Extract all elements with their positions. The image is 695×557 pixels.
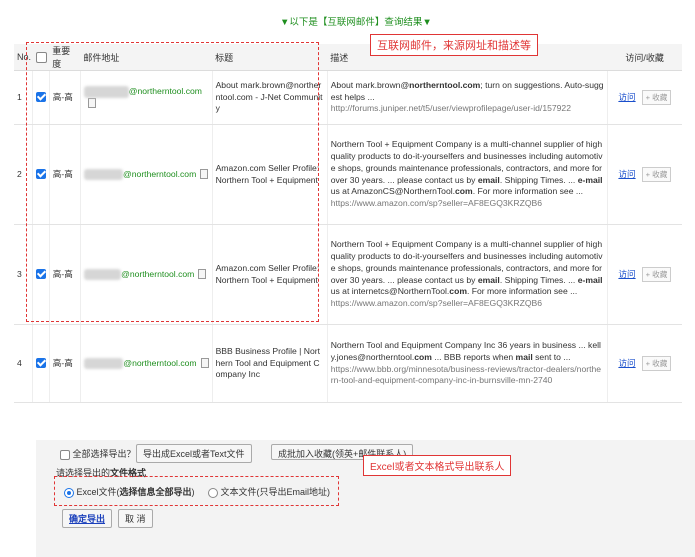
desc-url: https://www.amazon.com/sp?seller=AF8EGQ3…: [330, 298, 543, 309]
row-checkbox-cell[interactable]: [32, 324, 50, 403]
option-excel[interactable]: Excel文件(选择信息全部导出): [64, 485, 195, 498]
row-title: BBB Business Profile | Northern Tool and…: [212, 324, 328, 403]
desc-text: About mark.brown@northerntool.com; turn …: [330, 79, 604, 102]
results-banner: ▼以下是【互联网邮件】查询结果▼: [280, 17, 432, 28]
row-importance: 高-高: [49, 324, 81, 403]
export-file-button[interactable]: 导出成Excel或者Text文件: [136, 444, 252, 463]
table-row: 4 高-高 kelly.jones@northerntool.com BBB B…: [14, 324, 682, 403]
desc-url: http://forums.juniper.net/t5/user/viewpr…: [330, 103, 571, 114]
visit-link[interactable]: 访问: [618, 92, 635, 102]
desc-text: Northern Tool + Equipment Company is a m…: [330, 139, 603, 197]
favorite-button[interactable]: + 收藏: [641, 355, 672, 372]
select-all-export[interactable]: 全部选择导出？: [60, 447, 136, 460]
option-text[interactable]: 文本文件(只导出Email地址): [208, 485, 330, 498]
row-desc: Northern Tool + Equipment Company is a m…: [327, 124, 608, 225]
desc-text: Northern Tool and Equipment Company Inc …: [330, 339, 601, 362]
row-checkbox[interactable]: [36, 358, 47, 369]
email-blurred: kelly.jones: [83, 357, 124, 370]
radio-excel[interactable]: [64, 487, 74, 498]
favorite-button[interactable]: + 收藏: [641, 89, 672, 106]
visit-link[interactable]: 访问: [618, 169, 635, 179]
row-no: 4: [14, 324, 34, 403]
row-actions: 访问 + 收藏: [607, 324, 682, 403]
desc-text: Northern Tool + Equipment Company is a m…: [330, 239, 603, 297]
select-all-export-checkbox[interactable]: [60, 449, 70, 460]
email-domain: @northerntool.com: [123, 357, 197, 368]
copy-icon[interactable]: [200, 358, 209, 369]
radio-text[interactable]: [208, 487, 218, 498]
favorite-button[interactable]: + 收藏: [641, 166, 672, 183]
row-actions: 访问 + 收藏: [607, 224, 682, 325]
row-desc: Northern Tool and Equipment Company Inc …: [327, 324, 608, 403]
desc-url: https://www.amazon.com/sp?seller=AF8EGQ3…: [330, 198, 543, 209]
row-email: kelly.jones@northerntool.com: [80, 324, 213, 403]
select-all-export-label: 全部选择导出？: [72, 449, 136, 459]
row-actions: 访问 + 收藏: [607, 70, 682, 125]
favorite-button[interactable]: + 收藏: [641, 266, 672, 283]
row-desc: About mark.brown@northerntool.com; turn …: [327, 70, 608, 125]
annotation-label-results: 互联网邮件，来源网址和描述等: [370, 34, 538, 56]
cancel-button[interactable]: 取 消: [118, 509, 153, 528]
annotation-box-results: [26, 42, 319, 322]
col-action: 访问/收藏: [607, 44, 682, 71]
confirm-export-button[interactable]: 确定导出: [62, 509, 113, 528]
visit-link[interactable]: 访问: [618, 358, 635, 368]
row-desc: Northern Tool + Equipment Company is a m…: [327, 224, 608, 325]
row-actions: 访问 + 收藏: [607, 124, 682, 225]
annotation-label-export: Excel或者文本格式导出联系人: [363, 455, 512, 476]
visit-link[interactable]: 访问: [618, 269, 635, 279]
desc-url: https://www.bbb.org/minnesota/business-r…: [330, 363, 602, 386]
